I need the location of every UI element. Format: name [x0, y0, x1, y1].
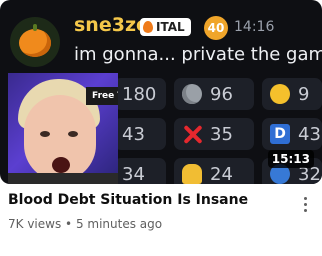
reaction-pill: D 43: [262, 118, 322, 150]
video-meta: 7K views • 5 minutes ago: [8, 217, 162, 231]
eye: [68, 131, 78, 137]
reaction-grid: 180 96 9 43 35 D 43 34 24 32: [112, 78, 322, 184]
reaction-count: 96: [210, 83, 233, 105]
chat-timestamp: 14:16: [234, 19, 275, 35]
reaction-pill: 34: [114, 158, 166, 184]
shirt: [8, 173, 118, 184]
pumpkin-icon: [19, 29, 51, 57]
reaction-count: 35: [210, 123, 233, 145]
dot: [304, 197, 307, 200]
reaction-pill: 180: [114, 78, 166, 110]
duration-badge: 15:13: [267, 150, 314, 168]
upload-age: 5 minutes ago: [75, 217, 163, 231]
eye: [40, 131, 50, 137]
reaction-pill: 43: [114, 118, 166, 150]
reaction-pill: 9: [262, 78, 322, 110]
meta-separator: •: [65, 217, 73, 231]
dot: [304, 203, 307, 206]
pumpkin-stem: [33, 24, 37, 31]
crying-face-icon: [270, 84, 290, 104]
view-count: 7K views: [8, 217, 62, 231]
d-square-icon: D: [270, 124, 290, 144]
moon-face-icon: [182, 84, 202, 104]
chat-message: im gonna... private the game: [74, 44, 322, 65]
flame-icon: [143, 21, 153, 33]
reaction-count: 24: [210, 163, 233, 185]
reaction-count: 9: [298, 83, 310, 105]
video-thumbnail[interactable]: sne3ze ITAL 40 14:16 im gonna... private…: [0, 0, 322, 184]
reaction-pill: 35: [174, 118, 254, 150]
chat-level-badge: 40: [204, 16, 228, 40]
chat-badge-label: ITAL: [156, 20, 185, 34]
reaction-pill: 24: [174, 158, 254, 184]
streamer-photo: Free To: [8, 73, 118, 184]
pray-hands-icon: [182, 164, 202, 184]
reaction-count: 43: [122, 123, 145, 145]
mouth: [52, 157, 70, 173]
reaction-count: 180: [122, 83, 157, 105]
avatar: [10, 17, 60, 67]
reaction-count: 34: [122, 163, 145, 185]
reaction-count: 43: [298, 123, 321, 145]
video-title[interactable]: Blood Debt Situation Is Insane: [8, 192, 248, 208]
reaction-pill: 96: [174, 78, 254, 110]
chat-username: sne3ze: [74, 14, 149, 36]
chat-badge: ITAL: [140, 18, 191, 36]
more-options-icon[interactable]: [298, 194, 312, 214]
dot: [304, 209, 307, 212]
inset-tag: Free To: [86, 87, 118, 105]
red-cross-icon: [182, 124, 202, 144]
